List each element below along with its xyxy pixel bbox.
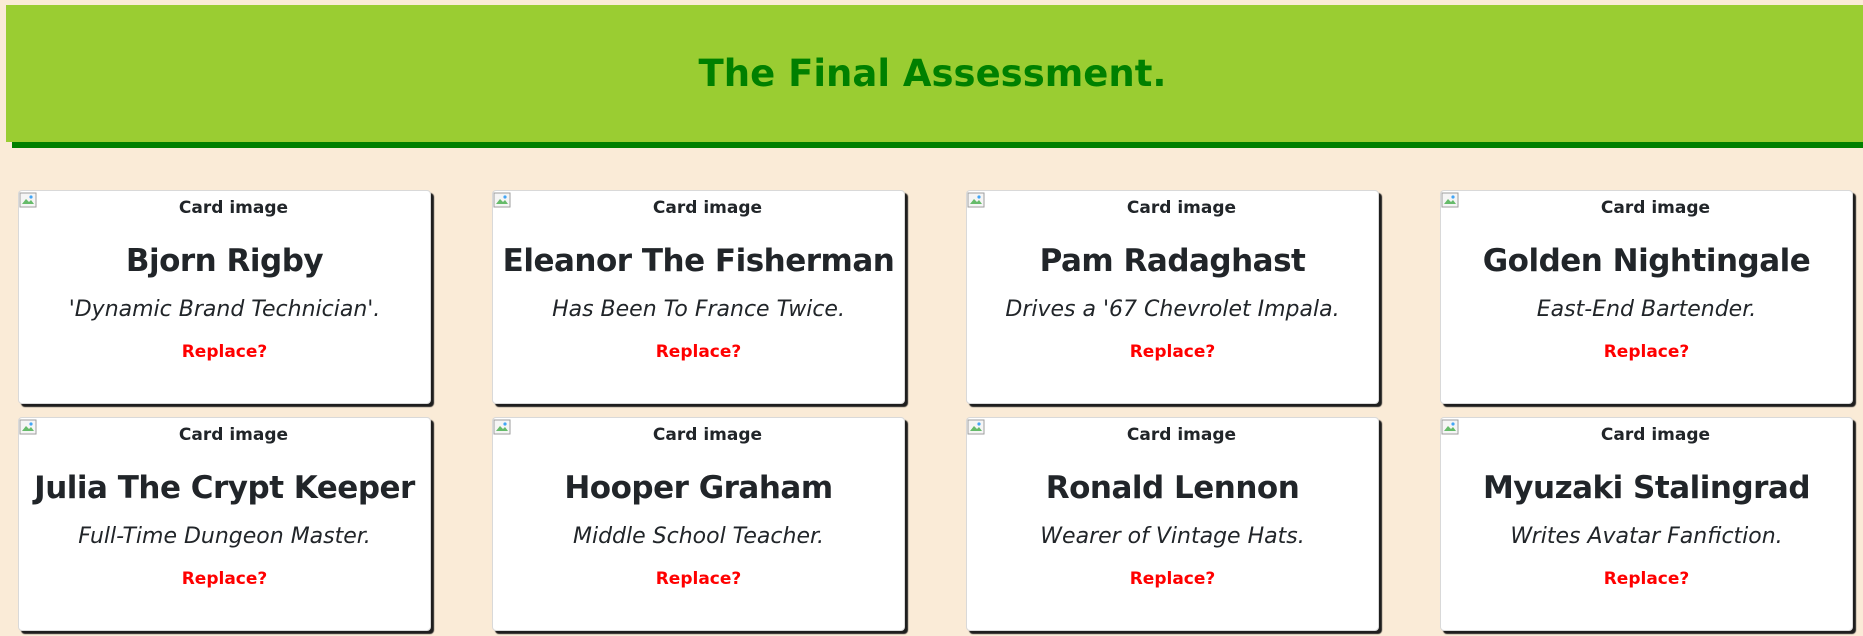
card-image-alt: Card image bbox=[1126, 198, 1237, 218]
card-title: Ronald Lennon bbox=[1045, 470, 1300, 506]
card-image: Card image bbox=[19, 418, 430, 452]
card-title: Myuzaki Stalingrad bbox=[1482, 470, 1811, 506]
replace-link[interactable]: Replace? bbox=[1604, 342, 1690, 362]
card-title: Bjorn Rigby bbox=[125, 243, 324, 279]
person-card: Card image Bjorn Rigby 'Dynamic Brand Te… bbox=[18, 190, 431, 404]
card-image-alt: Card image bbox=[1600, 425, 1711, 445]
card-image-alt: Card image bbox=[652, 425, 763, 445]
replace-link[interactable]: Replace? bbox=[1604, 569, 1690, 589]
broken-image-icon bbox=[493, 419, 511, 435]
card-image-alt: Card image bbox=[178, 425, 289, 445]
page-title: The Final Assessment. bbox=[698, 52, 1167, 95]
broken-image-icon bbox=[19, 419, 37, 435]
card-description: 'Dynamic Brand Technician'. bbox=[68, 297, 381, 322]
card-image: Card image bbox=[493, 191, 904, 225]
card-image-alt: Card image bbox=[652, 198, 763, 218]
card-description: Wearer of Vintage Hats. bbox=[1040, 524, 1305, 549]
card-image-alt: Card image bbox=[1126, 425, 1237, 445]
card-description: Drives a '67 Chevrolet Impala. bbox=[1005, 297, 1340, 322]
replace-link[interactable]: Replace? bbox=[656, 342, 742, 362]
card-title: Eleanor The Fisherman bbox=[502, 243, 895, 279]
person-card: Card image Myuzaki Stalingrad Writes Ava… bbox=[1440, 417, 1853, 631]
broken-image-icon bbox=[19, 192, 37, 208]
replace-link[interactable]: Replace? bbox=[1130, 342, 1216, 362]
page-header: The Final Assessment. bbox=[6, 5, 1863, 142]
person-card: Card image Hooper Graham Middle School T… bbox=[492, 417, 905, 631]
card-description: Has Been To France Twice. bbox=[552, 297, 845, 322]
broken-image-icon bbox=[1441, 192, 1459, 208]
person-card: Card image Eleanor The Fisherman Has Bee… bbox=[492, 190, 905, 404]
replace-link[interactable]: Replace? bbox=[182, 569, 268, 589]
person-card: Card image Ronald Lennon Wearer of Vinta… bbox=[966, 417, 1379, 631]
broken-image-icon bbox=[493, 192, 511, 208]
person-card: Card image Pam Radaghast Drives a '67 Ch… bbox=[966, 190, 1379, 404]
replace-link[interactable]: Replace? bbox=[182, 342, 268, 362]
card-title: Julia The Crypt Keeper bbox=[34, 470, 415, 506]
card-image: Card image bbox=[1441, 418, 1852, 452]
card-description: East-End Bartender. bbox=[1536, 297, 1757, 322]
person-card: Card image Julia The Crypt Keeper Full-T… bbox=[18, 417, 431, 631]
replace-link[interactable]: Replace? bbox=[1130, 569, 1216, 589]
card-description: Middle School Teacher. bbox=[572, 524, 825, 549]
card-image: Card image bbox=[967, 191, 1378, 225]
card-image: Card image bbox=[1441, 191, 1852, 225]
replace-link[interactable]: Replace? bbox=[656, 569, 742, 589]
card-image: Card image bbox=[493, 418, 904, 452]
person-card: Card image Golden Nightingale East-End B… bbox=[1440, 190, 1853, 404]
card-description: Writes Avatar Fanfiction. bbox=[1510, 524, 1783, 549]
card-title: Pam Radaghast bbox=[1039, 243, 1306, 279]
card-image: Card image bbox=[19, 191, 430, 225]
card-grid: Card image Bjorn Rigby 'Dynamic Brand Te… bbox=[18, 190, 1863, 631]
card-title: Golden Nightingale bbox=[1482, 243, 1811, 279]
broken-image-icon bbox=[967, 192, 985, 208]
broken-image-icon bbox=[967, 419, 985, 435]
broken-image-icon bbox=[1441, 419, 1459, 435]
card-title: Hooper Graham bbox=[564, 470, 833, 506]
card-description: Full-Time Dungeon Master. bbox=[78, 524, 371, 549]
card-image: Card image bbox=[967, 418, 1378, 452]
card-image-alt: Card image bbox=[178, 198, 289, 218]
card-image-alt: Card image bbox=[1600, 198, 1711, 218]
